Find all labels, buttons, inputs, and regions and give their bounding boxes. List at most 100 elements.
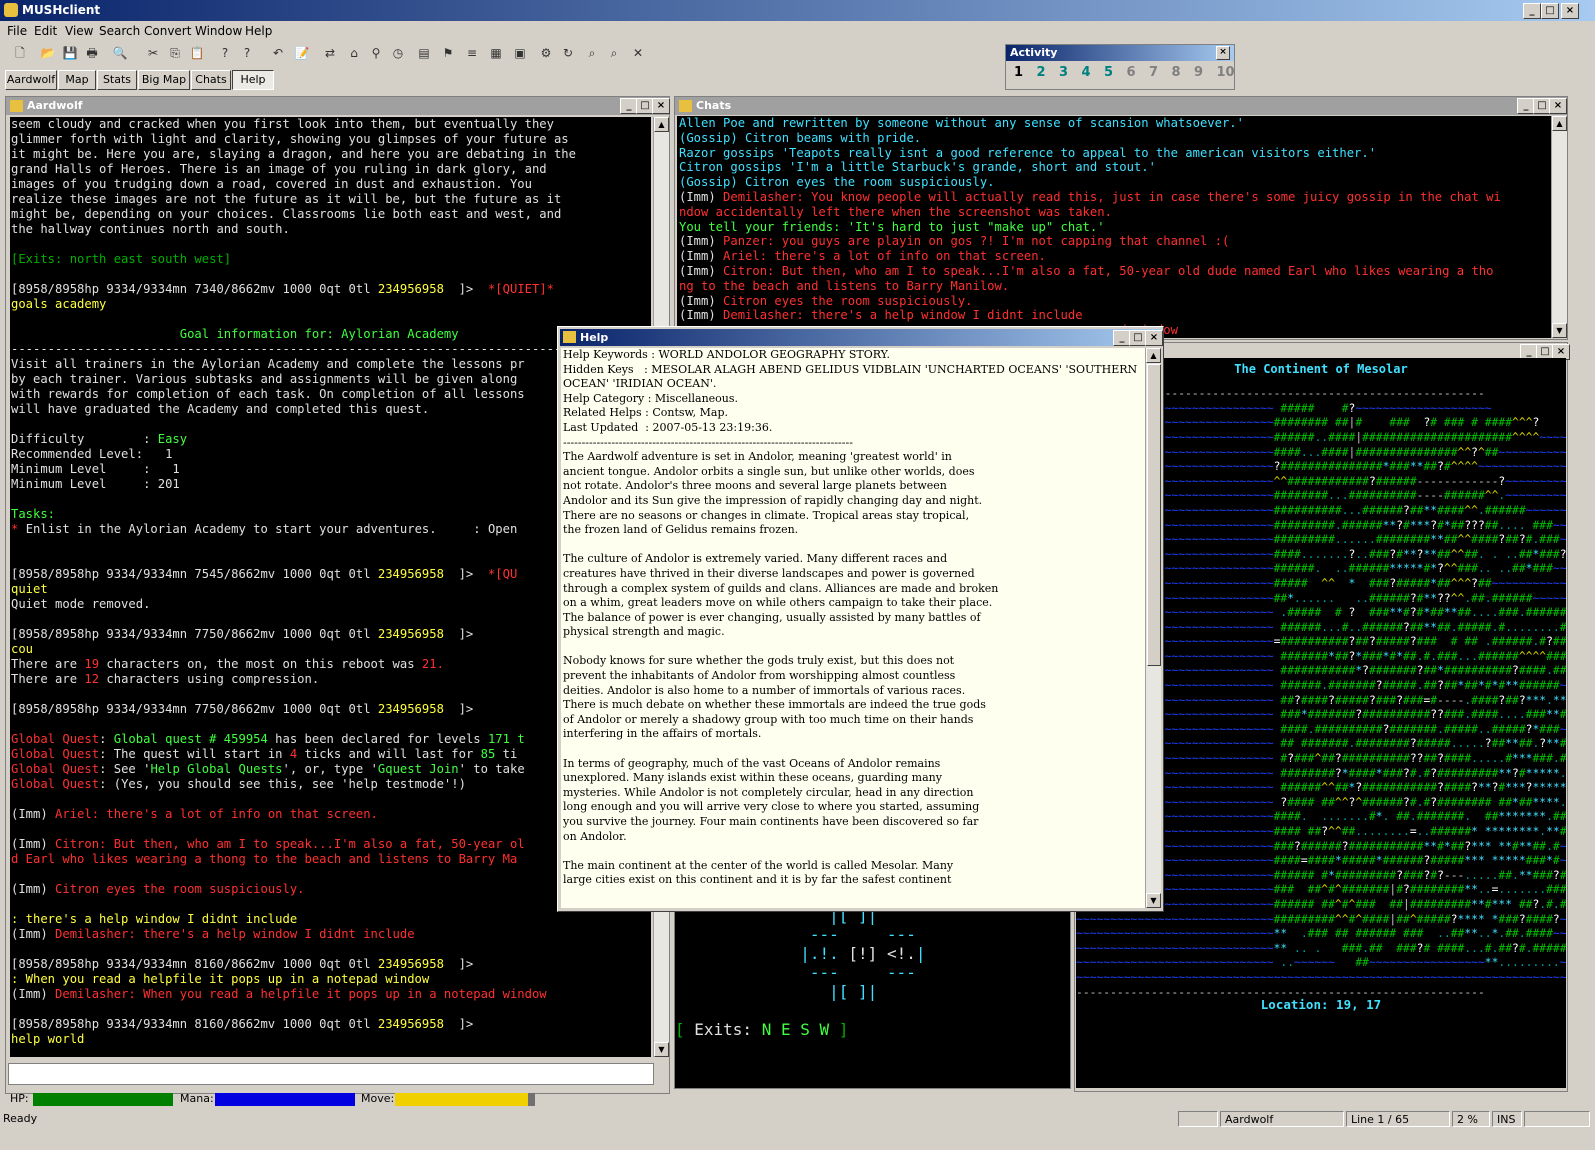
activity-world-1[interactable]: 1 — [1014, 65, 1023, 80]
help-line: on a whim, great leaders move on while o… — [563, 596, 993, 610]
terminal-line: images of you trudging down a road, cove… — [11, 177, 651, 192]
triggers-icon[interactable]: ⚑ — [440, 45, 456, 61]
scroll-down-icon[interactable]: ▼ — [654, 1042, 669, 1057]
undo-icon[interactable]: ↶ — [270, 45, 286, 61]
menu-view[interactable]: View — [65, 24, 93, 38]
terminal-line: There are 12 characters using compressio… — [11, 672, 651, 687]
chats-window: Chats _ □ × Allen Poe and rewritten by s… — [674, 96, 1568, 340]
help-scrollbar[interactable]: ▲ ▼ — [1145, 348, 1161, 908]
minimize-icon[interactable]: _ — [1523, 3, 1541, 19]
text-segment: ng to the beach and listens to Barry Man… — [679, 278, 1010, 293]
toolbar: 🗋 📂 💾 🖶 🔍 ✂ ⎘ 📋?? ↶ 📝 ⇄ ⌂ ⚲ ◷ ▤ ⚑ ≡ ▦ ▣ ⚙ ↻ ⌕ ⌕ ✕ — [0, 41, 1000, 67]
menu-file[interactable]: File — [7, 24, 27, 38]
text-segment: ]> — [443, 627, 474, 641]
terminal-line: seem cloudy and cracked when you first l… — [11, 117, 651, 132]
text-segment: (Imm) — [679, 263, 724, 278]
terminal-line: Tasks: — [11, 507, 651, 522]
scripts-icon[interactable]: ⚙ — [538, 45, 554, 61]
command-input[interactable] — [8, 1063, 654, 1085]
aliases-icon[interactable]: ≡ — [464, 45, 480, 61]
activity-world-10[interactable]: 10 — [1217, 65, 1235, 80]
quit-icon[interactable]: ✕ — [630, 45, 646, 61]
activity-world-5[interactable]: 5 — [1104, 65, 1113, 80]
menu-convert[interactable]: Convert — [144, 24, 191, 38]
activity-world-4[interactable]: 4 — [1082, 65, 1091, 80]
timer-icon[interactable]: ◷ — [390, 45, 406, 61]
context-help-icon[interactable]: ? — [239, 45, 255, 61]
activity-world-6[interactable]: 6 — [1127, 65, 1136, 80]
help-scroll-down-icon[interactable]: ▼ — [1146, 893, 1161, 908]
text-segment: realize these images are not the future … — [11, 192, 562, 206]
activity-world-8[interactable]: 8 — [1172, 65, 1181, 80]
terminal-line: Global Quest: Global quest # 459954 has … — [11, 732, 651, 747]
activity-world-2[interactable]: 2 — [1037, 65, 1046, 80]
reload-icon[interactable]: ↻ — [560, 45, 576, 61]
tab-help[interactable]: Help — [232, 70, 274, 90]
tab-big-map[interactable]: Big Map — [138, 70, 190, 90]
chats-close-icon[interactable]: × — [1549, 98, 1567, 114]
activity-world-9[interactable]: 9 — [1194, 65, 1203, 80]
terminal-line: Recommended Level: 1 — [11, 447, 651, 462]
activity-world-7[interactable]: 7 — [1149, 65, 1158, 80]
connect-icon[interactable]: ⇄ — [322, 45, 338, 61]
menu-search[interactable]: Search — [99, 24, 140, 38]
text-segment: images of you trudging down a road, cove… — [11, 177, 532, 191]
chats-scroll-up-icon[interactable]: ▲ — [1552, 116, 1567, 131]
activity-world-3[interactable]: 3 — [1059, 65, 1068, 80]
scroll-up-icon[interactable]: ▲ — [654, 117, 669, 132]
text-segment: Gquest Join — [377, 762, 459, 776]
activity-close-icon[interactable]: × — [1216, 46, 1230, 60]
text-segment: [8958/8958hp 9334/9334mn 7340/8662mv 100… — [11, 282, 378, 296]
chats-scrollbar[interactable]: ▲ ▼ — [1551, 116, 1567, 338]
find-icon[interactable]: ⌕ — [584, 45, 600, 61]
text-segment: : When you read a helpfile it pops up in… — [11, 972, 430, 986]
text-segment: 234956958 — [377, 282, 444, 296]
help-scroll-up-icon[interactable]: ▲ — [1146, 348, 1161, 363]
text-segment: might be, depending on your choices. Cla… — [11, 207, 562, 221]
terminal-line: ng to the beach and listens to Barry Man… — [679, 279, 1552, 294]
plugins-icon[interactable]: ▣ — [512, 45, 528, 61]
tab-stats[interactable]: Stats — [97, 70, 137, 90]
main-output[interactable]: seem cloudy and cracked when you first l… — [10, 117, 651, 1057]
copy-icon[interactable]: ⎘ — [167, 45, 183, 61]
print-preview-icon[interactable]: 🔍 — [112, 45, 128, 61]
terminal-line: d Earl who likes wearing a thong to the … — [11, 852, 651, 867]
tab-aardwolf[interactable]: Aardwolf — [5, 70, 57, 90]
text-segment: Citron gossips 'I'm a little Starbuck's … — [679, 160, 1156, 175]
maximize-icon[interactable]: □ — [1541, 3, 1559, 19]
world-icon[interactable]: ⌂ — [346, 45, 362, 61]
open-icon[interactable]: 📂 — [40, 45, 56, 61]
link-icon[interactable]: ⚲ — [368, 45, 384, 61]
notepad-icon[interactable]: 📝 — [294, 45, 310, 61]
variables-icon[interactable]: ▦ — [488, 45, 504, 61]
help-scroll-thumb[interactable] — [1147, 364, 1161, 666]
chats-window-title: Chats — [696, 99, 732, 112]
help-icon[interactable]: ? — [217, 45, 233, 61]
log-icon[interactable]: ▤ — [416, 45, 432, 61]
close-icon[interactable]: × — [1561, 3, 1579, 19]
aardwolf-close-icon[interactable]: × — [652, 98, 670, 114]
text-segment: it might be. Here you are, slaying a dra… — [11, 147, 576, 161]
terminal-line: it might be. Here you are, slaying a dra… — [11, 147, 651, 162]
print-icon[interactable]: 🖶 — [84, 45, 100, 61]
help-close-icon[interactable]: × — [1145, 330, 1163, 346]
chats-scroll-down-icon[interactable]: ▼ — [1552, 323, 1567, 338]
new-icon[interactable]: 🗋 — [12, 45, 28, 61]
tab-map[interactable]: Map — [58, 70, 96, 90]
tab-chats[interactable]: Chats — [191, 70, 231, 90]
help-text[interactable]: Help Keywords : WORLD ANDOLOR GEOGRAPHY … — [561, 348, 1147, 908]
cut-icon[interactable]: ✂ — [145, 45, 161, 61]
save-icon[interactable]: 💾 — [62, 45, 78, 61]
find-again-icon[interactable]: ⌕ — [606, 45, 622, 61]
chats-output[interactable]: Allen Poe and rewritten by someone witho… — [677, 116, 1552, 338]
paste-icon[interactable]: 📋 — [189, 45, 205, 61]
menu-edit[interactable]: Edit — [34, 24, 57, 38]
terminal-line: [8958/8958hp 9334/9334mn 7750/8662mv 100… — [11, 702, 651, 717]
text-segment: (Gossip) Citron beams with pride. — [679, 130, 922, 145]
text-segment: 21. — [421, 657, 444, 671]
menu-help[interactable]: Help — [245, 24, 272, 38]
menu-window[interactable]: Window — [195, 24, 242, 38]
